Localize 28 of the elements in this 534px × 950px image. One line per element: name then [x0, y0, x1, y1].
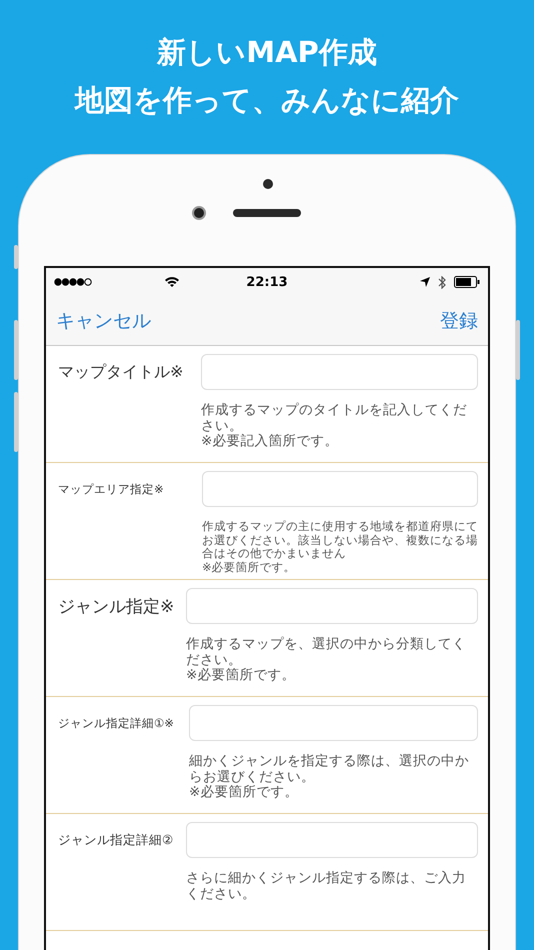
field-label: ジャンル指定詳細② — [58, 832, 174, 848]
field-hint: 作成するマップを、選択の中から分類してください。 ※必要箇所です。 — [186, 637, 467, 684]
field-label: マップタイトル※ — [58, 362, 184, 382]
input-field[interactable] — [186, 822, 478, 858]
field-label: ジャンル指定※ — [58, 596, 176, 618]
input-field[interactable] — [189, 705, 478, 741]
battery-icon — [454, 276, 480, 288]
bluetooth-icon — [438, 276, 446, 288]
camera-icon — [192, 206, 206, 220]
sensor-icon — [263, 179, 273, 189]
wifi-icon — [164, 276, 180, 288]
field-hint: 細かくジャンルを指定する際は、選択の中からお選びください。 ※必要箇所です。 — [189, 754, 470, 800]
input-field[interactable] — [201, 354, 478, 390]
signal-icon — [54, 278, 92, 286]
headline: 新しいMAP作成 — [157, 34, 377, 70]
speaker-icon — [233, 209, 301, 217]
field-hint: 作成するマップの主に使用する地域を都道府県にてお選びください。該当しない場合や、複数になる場合はその他でかまいません ※必要箇所です。 — [202, 520, 478, 574]
cancel-button[interactable]: キャンセル — [56, 308, 151, 334]
register-button[interactable]: 登録 — [440, 308, 478, 334]
field-label: ジャンル指定詳細①※ — [58, 716, 175, 730]
headline: 地図を作って、みんなに紹介 — [75, 82, 459, 118]
input-field[interactable] — [202, 471, 478, 507]
field-hint: 作成するマップのタイトルを記入してください。 ※必要記入箇所です。 — [201, 403, 468, 450]
status-time: 22:13 — [246, 274, 288, 290]
input-field[interactable] — [186, 588, 478, 624]
field-label: マップエリア指定※ — [58, 482, 165, 496]
field-hint: さらに細かくジャンル指定する際は、ご入力ください。 — [186, 871, 467, 902]
location-icon — [420, 277, 430, 287]
